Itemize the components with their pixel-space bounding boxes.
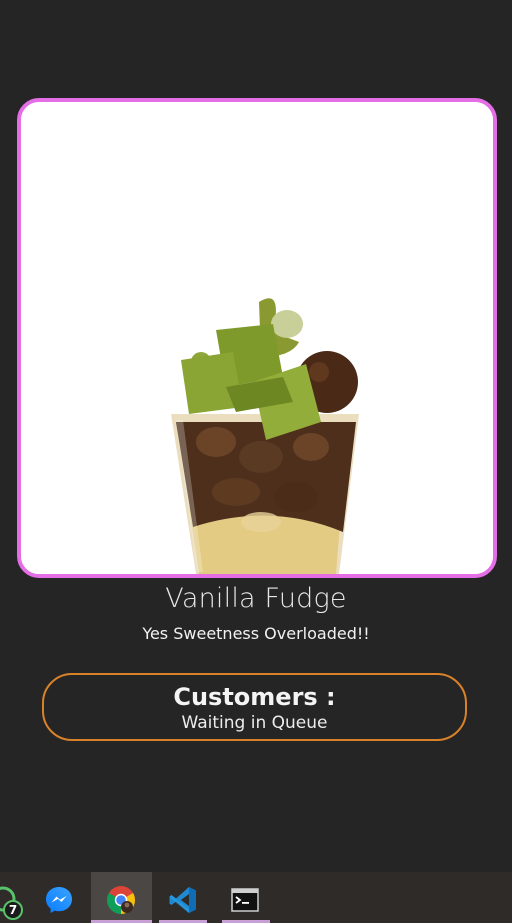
product-tagline: Yes Sweetness Overloaded!! xyxy=(142,624,370,643)
taskbar-item-chrome[interactable] xyxy=(91,872,152,923)
taskbar-item-messenger[interactable] xyxy=(40,872,80,923)
taskbar xyxy=(0,872,512,923)
terminal-icon xyxy=(231,888,259,912)
customers-status: Waiting in Queue xyxy=(181,713,328,733)
taskbar-item-terminal[interactable] xyxy=(220,872,270,923)
matcha-parfait-image xyxy=(21,102,493,574)
messenger-icon xyxy=(46,887,72,913)
app-screen: Vanilla Fudge Yes Sweetness Overloaded!!… xyxy=(0,0,512,923)
vscode-icon xyxy=(169,887,196,913)
customers-panel: Customers : Waiting in Queue xyxy=(42,673,467,741)
taskbar-item-vscode[interactable] xyxy=(157,872,209,923)
chrome-icon xyxy=(107,886,135,914)
product-name: Vanilla Fudge xyxy=(165,583,347,614)
notification-count-badge: 7 xyxy=(3,900,23,920)
customers-title: Customers : xyxy=(173,683,336,711)
product-image-card xyxy=(17,98,497,578)
